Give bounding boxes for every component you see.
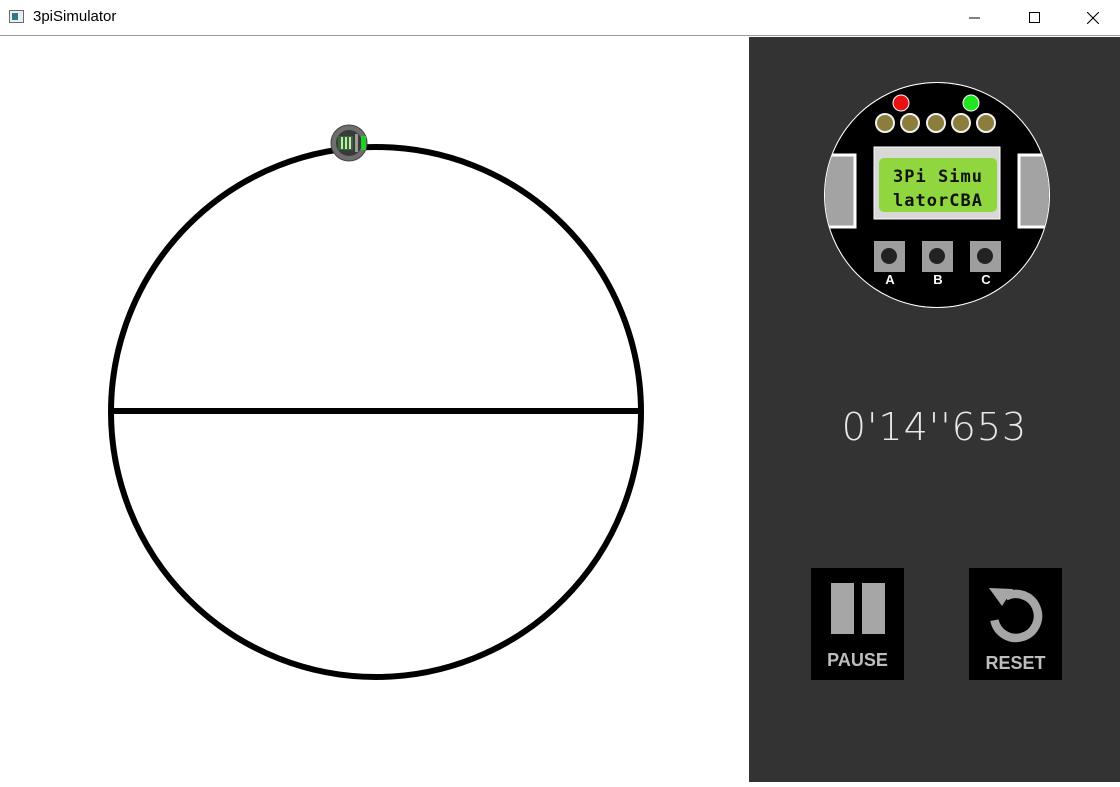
pause-button[interactable]: PAUSE — [811, 568, 904, 680]
red-led-icon — [892, 94, 910, 112]
close-button[interactable] — [1064, 0, 1120, 35]
lap-timer: 0'14''653 — [841, 405, 1028, 449]
app-icon — [9, 10, 24, 23]
svg-text:C: C — [981, 272, 991, 287]
lcd-line-2: latorCBA — [893, 191, 983, 211]
reset-icon — [989, 588, 1043, 643]
pause-label: PAUSE — [827, 650, 888, 670]
maximize-icon — [1029, 11, 1040, 23]
close-icon — [1087, 11, 1099, 24]
svg-text:A: A — [885, 272, 895, 287]
pause-icon — [831, 583, 885, 634]
track-drawing — [108, 124, 644, 680]
minimize-icon — [969, 17, 980, 18]
maximize-button[interactable] — [1006, 0, 1064, 35]
reset-button[interactable]: RESET — [969, 568, 1062, 680]
reset-label: RESET — [985, 653, 1046, 673]
title-bar: 3piSimulator — [0, 0, 1120, 36]
robot-board: 3Pi Simu latorCBA A B C — [824, 82, 1050, 308]
track-canvas — [0, 37, 749, 782]
robot-icon — [330, 124, 368, 162]
green-led-icon — [962, 94, 980, 112]
svg-text:B: B — [933, 272, 942, 287]
window-title: 3piSimulator — [33, 8, 117, 25]
control-panel: 3Pi Simu latorCBA A B C 0'14''653 PAUSE — [749, 37, 1120, 782]
lcd-line-1: 3Pi Simu — [893, 167, 983, 187]
minimize-button[interactable] — [946, 0, 1004, 35]
